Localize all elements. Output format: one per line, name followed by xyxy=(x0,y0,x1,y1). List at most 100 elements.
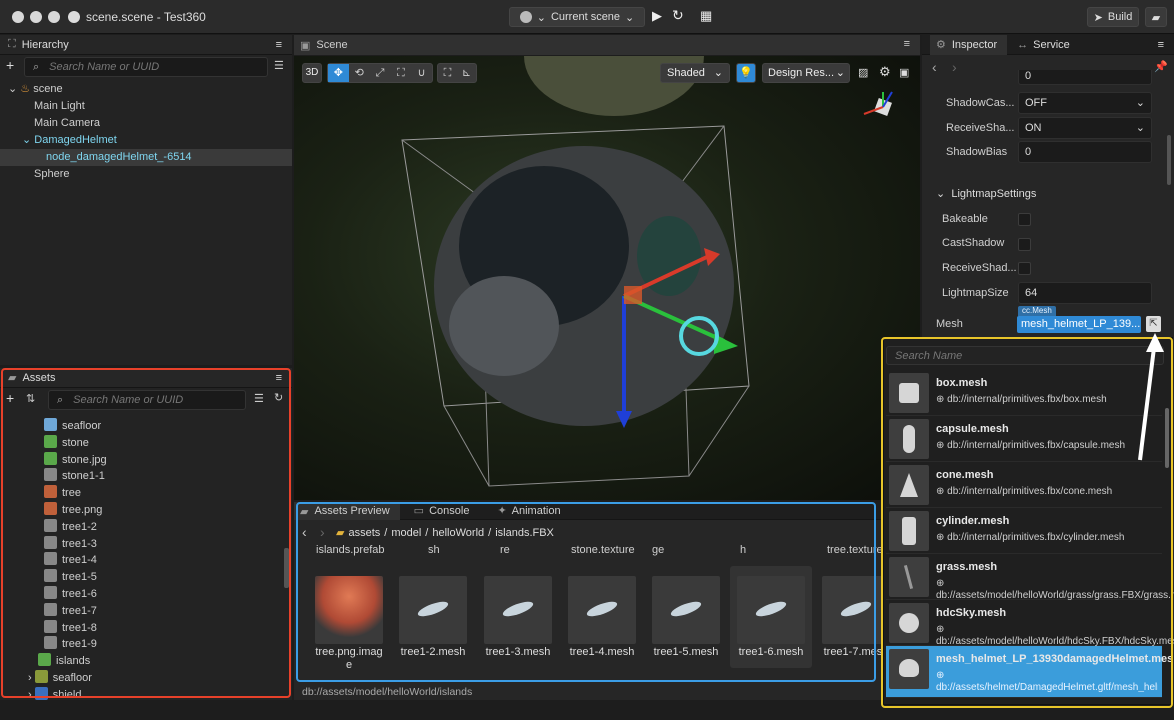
folder-button[interactable]: ▰ xyxy=(1145,7,1167,27)
refresh-icon[interactable]: ↻ xyxy=(274,391,283,404)
tab-scene[interactable]: ▣ Scene xyxy=(294,35,920,55)
breadcrumb-item[interactable]: islands.FBX xyxy=(495,527,554,539)
menu-icon[interactable]: ≡ xyxy=(276,372,282,384)
receive-shadow-select[interactable]: ON ⌄ xyxy=(1018,117,1152,139)
refresh-icon[interactable]: ↻ xyxy=(672,7,684,24)
mesh-asset-field[interactable]: mesh_helmet_LP_139... xyxy=(1017,316,1141,333)
add-node-icon[interactable]: + xyxy=(6,57,14,73)
tab-service[interactable]: ↔ Service xyxy=(1013,39,1070,51)
menu-icon[interactable]: ≡ xyxy=(1158,39,1164,51)
cast-shadow-checkbox[interactable] xyxy=(1018,238,1031,251)
mesh-picker-item[interactable]: box.mesh ⊕ db://internal/primitives.fbx/b… xyxy=(886,370,1162,416)
scrollbar[interactable] xyxy=(1165,408,1169,468)
asset-tree-item[interactable]: tree1-9 xyxy=(44,636,97,653)
minimize-window-button[interactable] xyxy=(30,11,42,23)
resolution-select[interactable]: Design Res... ⌄ xyxy=(762,63,850,83)
asset-grid-label[interactable]: sh xyxy=(428,544,440,556)
asset-tree-item[interactable]: tree1-8 xyxy=(44,619,97,637)
build-button[interactable]: ➤ Build xyxy=(1087,7,1139,27)
forward-icon[interactable]: › xyxy=(320,524,325,540)
asset-tree-item[interactable]: stone.jpg xyxy=(44,451,107,469)
camera-icon[interactable]: ▨ xyxy=(858,66,868,79)
play-icon[interactable]: ▶ xyxy=(652,8,662,24)
asset-card[interactable]: tree1-3.mesh xyxy=(477,566,559,659)
breadcrumb-item[interactable]: assets xyxy=(348,527,380,539)
scrollbar[interactable] xyxy=(1167,135,1171,185)
mesh-picker-search-input[interactable]: Search Name xyxy=(886,346,1164,365)
breadcrumb-item[interactable]: helloWorld xyxy=(432,527,484,539)
asset-tree-item[interactable]: tree xyxy=(44,485,81,502)
asset-tree-item[interactable]: islands xyxy=(38,653,90,670)
scrollbar[interactable] xyxy=(284,548,289,588)
tab-animation[interactable]: ✦ Animation xyxy=(483,502,574,519)
view-3d-toggle[interactable]: 3D xyxy=(302,63,322,83)
asset-tree-item[interactable]: tree1-5 xyxy=(44,569,97,586)
sort-icon[interactable]: ⇅ xyxy=(26,392,35,405)
gear-icon[interactable]: ⚙ xyxy=(879,64,891,80)
asset-tree-item[interactable]: tree1-4 xyxy=(44,552,97,569)
scene-select[interactable]: ⌄ Current scene ⌄ xyxy=(509,7,645,27)
back-icon[interactable]: ‹ xyxy=(302,524,307,540)
scene-viewport[interactable] xyxy=(294,56,920,500)
asset-tree-item[interactable]: › shield xyxy=(28,686,81,704)
bakeable-checkbox[interactable] xyxy=(1018,213,1031,226)
tab-console[interactable]: ▭ Console xyxy=(400,502,484,519)
list-view-icon[interactable]: ☰ xyxy=(274,59,284,72)
lightbulb-icon[interactable]: 💡 xyxy=(736,63,756,83)
breadcrumb-item[interactable]: model xyxy=(391,527,421,539)
axis-gizmo[interactable] xyxy=(858,90,902,126)
screenshot-icon[interactable]: ▣ xyxy=(899,66,909,79)
asset-tree-item[interactable]: tree1-6 xyxy=(44,586,97,603)
tree-item-main-camera[interactable]: Main Camera xyxy=(34,115,100,132)
scale-tool-icon[interactable]: ⤢ xyxy=(370,64,391,82)
asset-tree-item[interactable]: stone1-1 xyxy=(44,468,105,485)
asset-card[interactable]: tree1-2.mesh xyxy=(392,566,474,659)
asset-grid-label[interactable]: re xyxy=(500,544,510,556)
assets-search-input[interactable]: ⌕ Search Name or UUID xyxy=(48,390,246,410)
close-window-button[interactable] xyxy=(12,11,24,23)
tree-item-scene[interactable]: ⌄ ♨ scene xyxy=(8,81,63,98)
asset-tree-item[interactable]: › seafloor xyxy=(28,670,92,687)
mesh-picker-item[interactable]: grass.mesh ⊕ db://assets/model/helloWorld… xyxy=(886,554,1174,601)
asset-card[interactable]: tree.png.image xyxy=(308,566,390,672)
asset-card[interactable]: tree1-5.mesh xyxy=(645,566,727,659)
asset-grid-label[interactable]: tree.texture xyxy=(827,544,883,556)
asset-tree-item[interactable]: stone xyxy=(44,434,89,452)
shading-select[interactable]: Shaded ⌄ xyxy=(660,63,730,83)
back-icon[interactable]: ‹ xyxy=(932,59,937,75)
tab-inspector[interactable]: ⚙ Inspector xyxy=(930,34,1008,55)
asset-tree-item[interactable]: tree1-3 xyxy=(44,535,97,553)
shadow-cast-select[interactable]: OFF ⌄ xyxy=(1018,92,1152,114)
move-tool-icon[interactable]: ✥ xyxy=(328,64,349,82)
shadow-bias-field[interactable]: 0 xyxy=(1018,141,1152,163)
tree-item-main-light[interactable]: Main Light xyxy=(34,98,85,115)
tree-item-sphere[interactable]: Sphere xyxy=(34,166,69,183)
add-asset-icon[interactable]: + xyxy=(6,390,14,406)
asset-tree-item[interactable]: tree1-2 xyxy=(44,518,97,536)
menu-icon[interactable]: ≡ xyxy=(904,38,910,50)
hierarchy-search-input[interactable]: ⌕ Search Name or UUID xyxy=(24,57,268,77)
asset-grid-label[interactable]: islands.prefab xyxy=(316,544,385,556)
local-space-icon[interactable]: ⊾ xyxy=(457,64,476,82)
asset-tree-item[interactable]: tree.png xyxy=(44,502,102,519)
asset-grid-label[interactable]: ge xyxy=(652,544,664,556)
maximize-window-button[interactable] xyxy=(48,11,60,23)
asset-tree-item[interactable]: tree1-7 xyxy=(44,602,97,620)
shadow-normal-field[interactable]: 0 xyxy=(1018,70,1152,85)
forward-icon[interactable]: › xyxy=(952,59,957,75)
mesh-picker-item[interactable]: mesh_helmet_LP_13930damagedHelmet.mesh ⊕ … xyxy=(886,646,1174,698)
asset-picker-icon[interactable]: ⇱ xyxy=(1146,316,1161,332)
tree-item-node-damagedhelmet[interactable]: node_damagedHelmet_-6514 xyxy=(0,149,292,166)
lightmap-size-field[interactable]: 64 xyxy=(1018,282,1152,304)
asset-card[interactable]: tree1-6.mesh xyxy=(730,566,812,668)
tree-item-damagedhelmet[interactable]: ⌄ DamagedHelmet xyxy=(22,132,117,149)
asset-tree-item[interactable]: seafloor xyxy=(44,418,101,435)
receive-shadow-checkbox[interactable] xyxy=(1018,262,1031,275)
list-view-icon[interactable]: ☰ xyxy=(254,392,264,405)
mesh-picker-item[interactable]: hdcSky.mesh ⊕ db://assets/model/helloWorl… xyxy=(886,600,1174,647)
lightmap-settings-header[interactable]: ⌄ LightmapSettings xyxy=(936,187,1036,200)
mesh-picker-item[interactable]: capsule.mesh ⊕ db://internal/primitives.f… xyxy=(886,416,1162,462)
layout-icon[interactable]: ▦ xyxy=(700,8,712,24)
snap-tool-icon[interactable]: ∪ xyxy=(411,64,432,82)
asset-grid-label[interactable]: h xyxy=(740,544,746,556)
